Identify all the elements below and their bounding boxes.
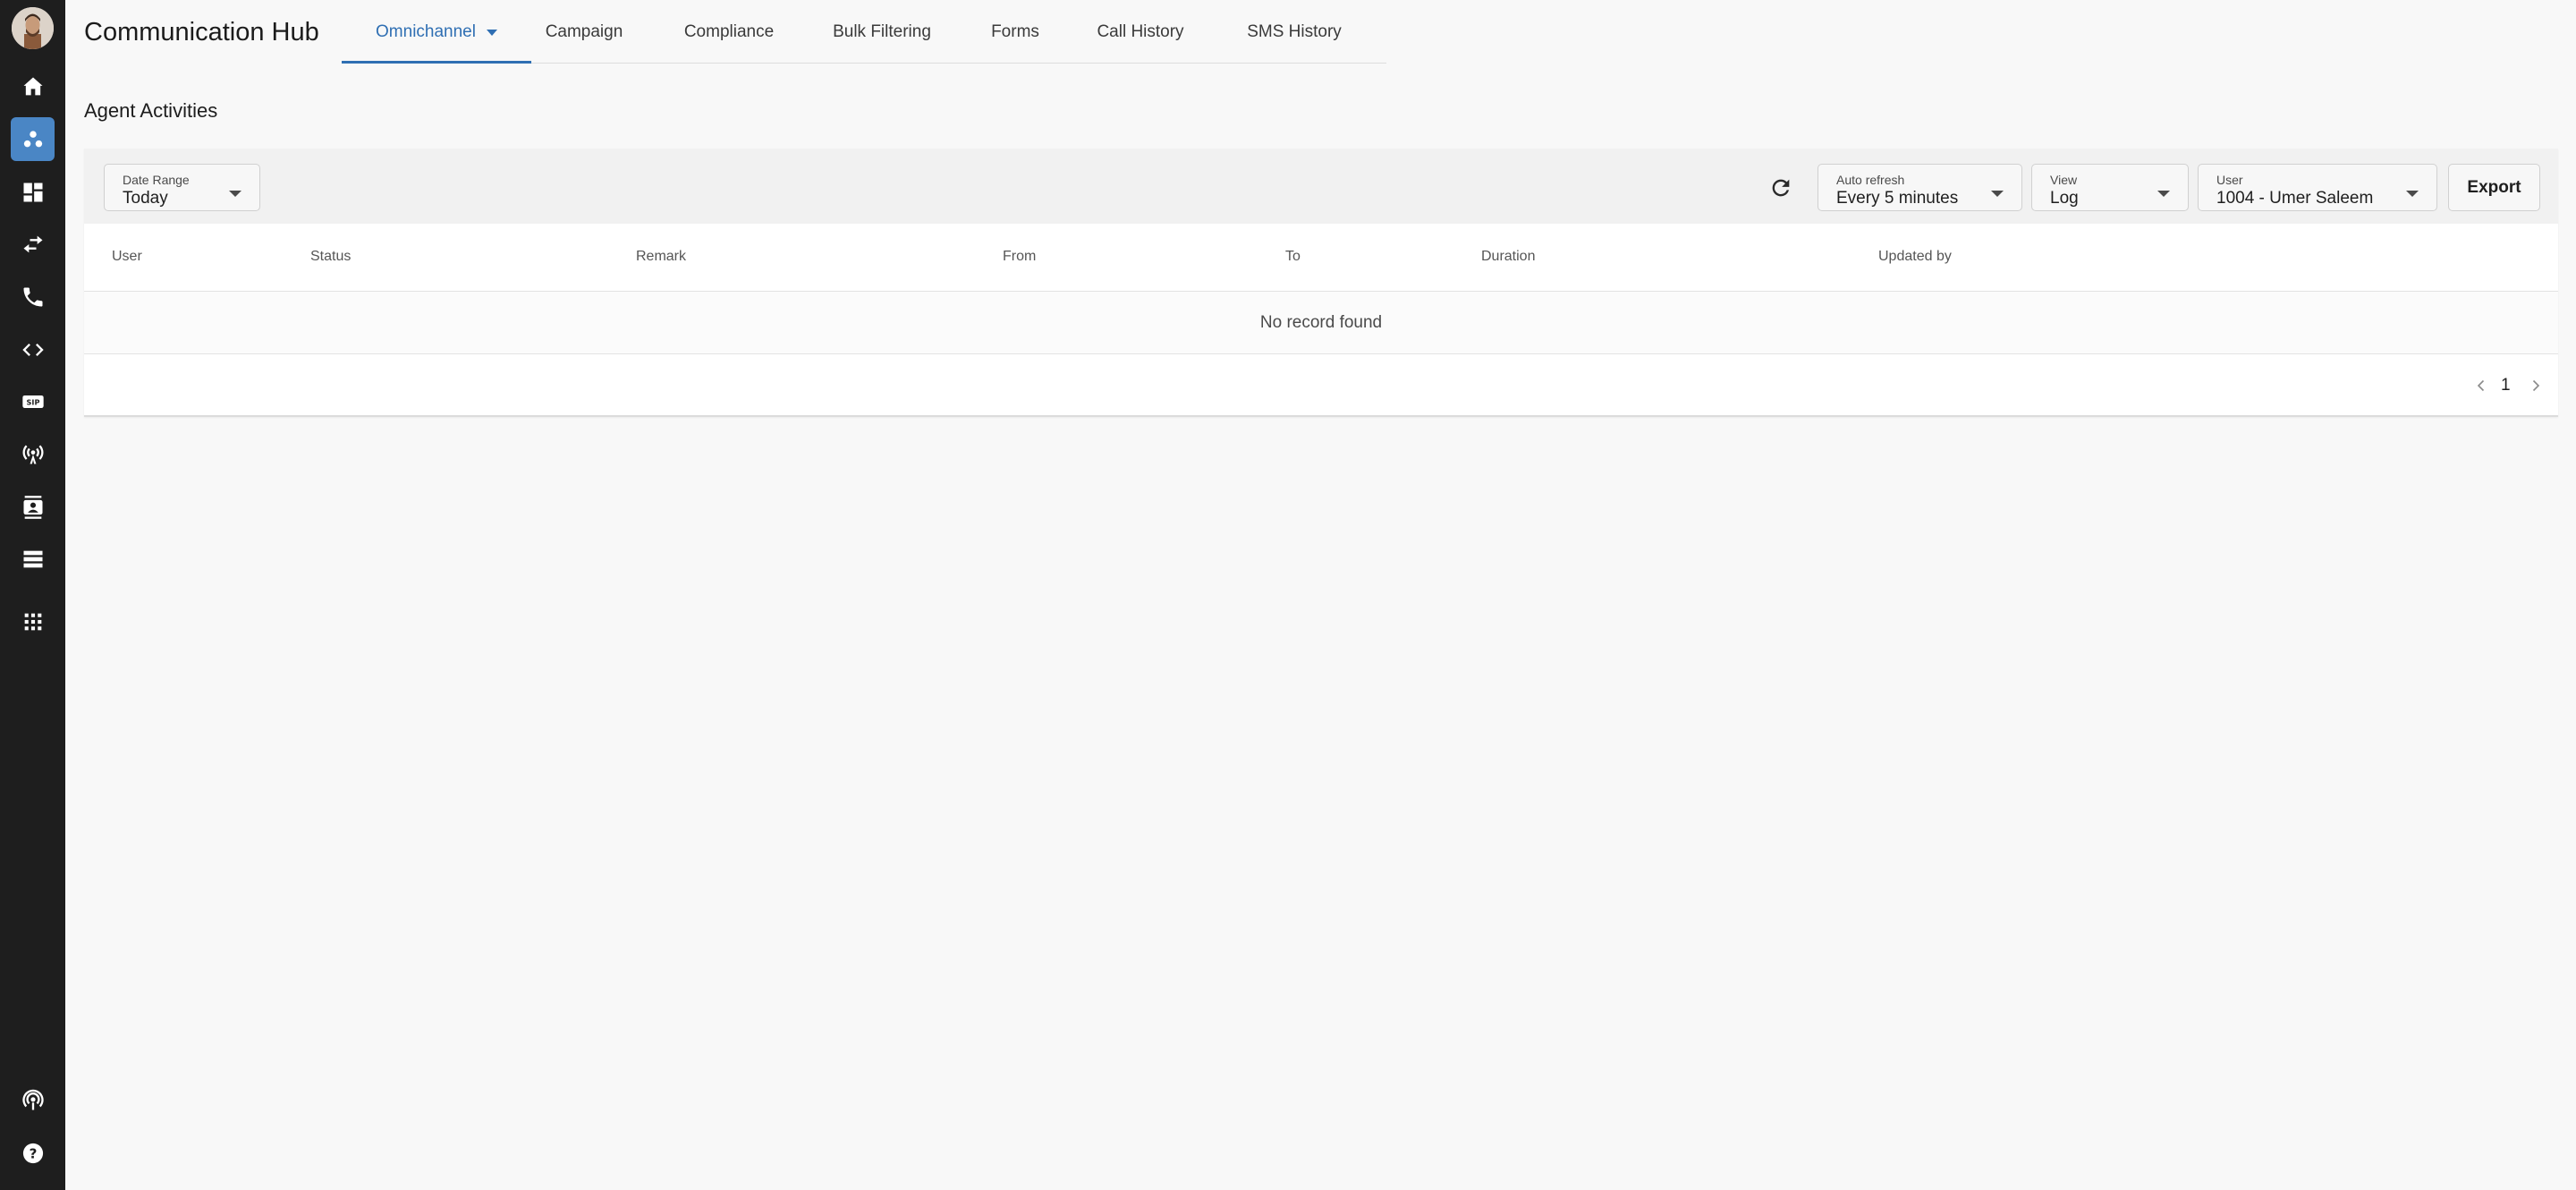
app-title: Communication Hub xyxy=(84,18,319,47)
chevron-down-icon xyxy=(2406,191,2419,197)
sidebar: SIP ? xyxy=(0,0,65,1190)
column-header[interactable]: Remark xyxy=(636,249,686,265)
broadcast-icon[interactable] xyxy=(11,432,55,476)
refresh-icon xyxy=(1772,179,1790,197)
avatar[interactable] xyxy=(12,7,54,49)
user-select[interactable]: User 1004 - Umer Saleem xyxy=(2198,164,2437,211)
export-button[interactable]: Export xyxy=(2448,164,2540,211)
user-value: 1004 - Umer Saleem xyxy=(2216,189,2374,208)
apps-icon[interactable] xyxy=(11,599,55,643)
tab-label: Campaign xyxy=(545,21,623,41)
tab-bulk-filtering[interactable]: Bulk Filtering xyxy=(825,0,939,64)
view-label: View xyxy=(2050,173,2078,187)
agent-activities-panel: Date Range Today Auto refresh Every 5 mi… xyxy=(84,149,2558,417)
view-select[interactable]: View Log xyxy=(2031,164,2189,211)
podcast-icon[interactable] xyxy=(11,1078,55,1122)
tab-call-history[interactable]: Call History xyxy=(1091,0,1190,64)
column-header[interactable]: Updated by xyxy=(1878,249,1952,265)
tab-compliance[interactable]: Compliance xyxy=(677,0,781,64)
date-range-label: Date Range xyxy=(123,173,190,187)
date-range-value: Today xyxy=(123,189,168,208)
caret-down-icon xyxy=(486,30,497,36)
code-icon[interactable] xyxy=(11,327,55,371)
tab-forms[interactable]: Forms xyxy=(984,0,1046,64)
date-range-select[interactable]: Date Range Today xyxy=(104,164,260,211)
page-number[interactable]: 1 xyxy=(2501,376,2511,395)
tab-sms-history[interactable]: SMS History xyxy=(1236,0,1352,64)
empty-state-text: No record found xyxy=(1259,313,1383,332)
column-header[interactable]: Duration xyxy=(1481,249,1535,265)
tab-omnichannel[interactable]: Omnichannel xyxy=(342,0,531,64)
table-header: User Status Remark From To Duration Upda… xyxy=(84,224,2558,292)
filter-bar: Date Range Today Auto refresh Every 5 mi… xyxy=(84,149,2558,224)
empty-state-row: No record found xyxy=(84,292,2558,354)
auto-refresh-value: Every 5 minutes xyxy=(1836,189,1959,208)
column-header[interactable]: User xyxy=(112,249,142,265)
top-tabs: Omnichannel Campaign Compliance Bulk Fil… xyxy=(342,0,1386,64)
refresh-button[interactable] xyxy=(1766,173,1796,203)
view-value: Log xyxy=(2050,189,2079,208)
pagination: 1 xyxy=(84,354,2558,417)
user-label: User xyxy=(2216,173,2243,187)
svg-text:SIP: SIP xyxy=(26,397,39,406)
tab-label: Bulk Filtering xyxy=(833,21,931,41)
tab-label: SMS History xyxy=(1247,21,1342,41)
dashboard-icon[interactable] xyxy=(11,170,55,214)
tab-label: Compliance xyxy=(683,21,775,41)
chevron-down-icon xyxy=(229,191,242,197)
svg-text:?: ? xyxy=(29,1145,37,1161)
auto-refresh-label: Auto refresh xyxy=(1836,173,1905,187)
tab-label: Forms xyxy=(991,21,1039,41)
contacts-icon[interactable] xyxy=(11,485,55,529)
column-header[interactable]: Status xyxy=(310,249,351,265)
tab-campaign[interactable]: Campaign xyxy=(535,0,633,64)
chevron-left-icon[interactable] xyxy=(2471,376,2491,395)
chevron-right-icon[interactable] xyxy=(2526,376,2546,395)
sip-icon[interactable]: SIP xyxy=(11,379,55,423)
storage-icon[interactable] xyxy=(11,537,55,581)
phone-icon[interactable] xyxy=(11,275,55,319)
column-header[interactable]: To xyxy=(1285,249,1301,265)
auto-refresh-select[interactable]: Auto refresh Every 5 minutes xyxy=(1818,164,2022,211)
transfer-icon[interactable] xyxy=(11,222,55,266)
chevron-down-icon xyxy=(2157,191,2170,197)
groups-icon[interactable] xyxy=(11,117,55,161)
help-icon[interactable]: ? xyxy=(11,1131,55,1175)
column-header[interactable]: From xyxy=(1003,249,1036,265)
chevron-down-icon xyxy=(1991,191,2004,197)
page-title: Agent Activities xyxy=(84,99,218,122)
tab-label: Call History xyxy=(1097,21,1184,41)
home-icon[interactable] xyxy=(11,64,55,108)
tab-label: Omnichannel xyxy=(376,21,476,41)
